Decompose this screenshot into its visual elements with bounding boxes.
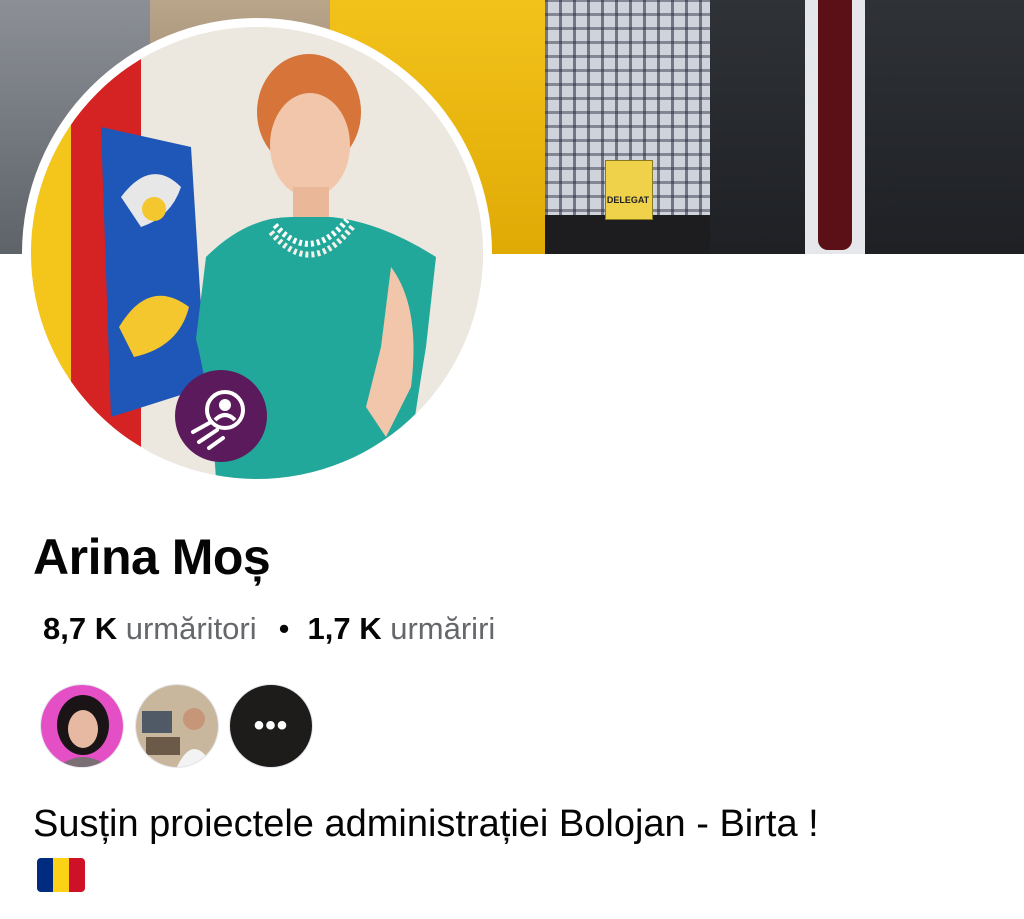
following-label: urmăriri xyxy=(390,611,496,646)
cover-tie xyxy=(818,0,852,250)
cover-badge-label: DELEGAT xyxy=(606,195,650,205)
mutual-friend-avatar[interactable] xyxy=(135,684,219,768)
cover-belt xyxy=(545,215,715,254)
mutual-friend-avatar[interactable] xyxy=(40,684,124,768)
mutual-friends-more-button[interactable]: ••• xyxy=(229,684,313,768)
friend-photo xyxy=(136,685,218,767)
profile-name: Arina Moș xyxy=(33,529,271,585)
romania-flag-icon xyxy=(37,858,85,892)
cover-delegate-badge xyxy=(605,160,653,220)
profile-frame-badge xyxy=(175,370,267,462)
followers-link[interactable]: 8,7 K urmăritori xyxy=(43,611,257,646)
profile-stats: 8,7 K urmăritori • 1,7 K urmăriri xyxy=(43,611,495,647)
stats-separator: • xyxy=(278,611,290,646)
profile-guard-icon xyxy=(175,370,267,462)
more-icon: ••• xyxy=(253,709,289,742)
cover-person-suit xyxy=(710,0,1024,254)
following-count: 1,7 K xyxy=(307,611,382,646)
followers-label: urmăritori xyxy=(125,611,257,646)
followers-count: 8,7 K xyxy=(43,611,118,646)
friend-photo xyxy=(41,685,123,767)
following-link[interactable]: 1,7 K urmăriri xyxy=(308,611,496,646)
profile-bio: Susțin proiectele administrației Bolojan… xyxy=(33,803,819,845)
